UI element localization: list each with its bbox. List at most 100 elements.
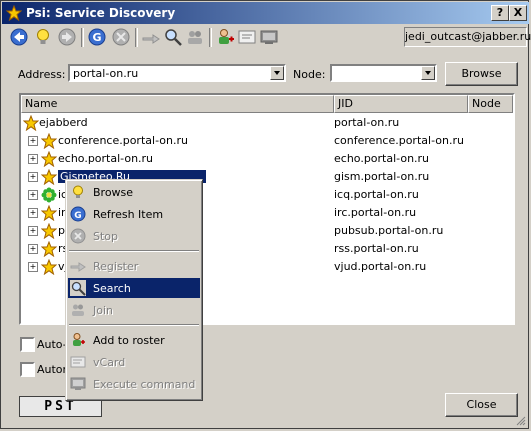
account-jid: jedi_outcast@jabber.ru	[404, 27, 531, 47]
star-icon	[41, 151, 57, 167]
star-icon	[41, 241, 57, 257]
expand-icon[interactable]: +	[28, 244, 38, 254]
toolbar-separator	[81, 28, 84, 47]
tree-item-jid: irc.portal-on.ru	[334, 206, 417, 219]
tree-item-jid: gism.portal-on.ru	[334, 170, 430, 183]
star-icon	[41, 205, 57, 221]
menu-item-search[interactable]: Search	[68, 278, 200, 298]
menu-item-label: Add to roster	[93, 334, 165, 347]
add-roster-icon[interactable]	[215, 27, 235, 47]
menu-item-vcard[interactable]: vCard	[68, 352, 200, 372]
toolbar-separator	[209, 28, 212, 47]
svg-text:G: G	[92, 31, 101, 44]
vcard-icon[interactable]	[237, 27, 257, 47]
stop-icon[interactable]	[111, 27, 131, 47]
menu-separator	[69, 250, 199, 252]
tree-item-name: ejabberd	[39, 116, 88, 129]
tree-item-jid: conference.portal-on.ru	[334, 134, 464, 147]
lightbulb-icon[interactable]	[33, 27, 53, 47]
address-combo[interactable]: portal-on.ru	[68, 64, 286, 82]
forward-icon[interactable]	[57, 27, 77, 47]
tree-item-name: conference.portal-on.ru	[58, 134, 188, 147]
menu-item-label: Join	[93, 304, 114, 317]
tree-item-jid: rss.portal-on.ru	[334, 242, 419, 255]
menu-item-label: Stop	[93, 230, 119, 243]
tree-item-jid: portal-on.ru	[334, 116, 400, 129]
column-header-node[interactable]: Node	[468, 95, 513, 113]
auto-item-checkbox[interactable]	[20, 362, 35, 377]
close-window-button[interactable]: X	[509, 5, 527, 21]
window-title: Psi: Service Discovery	[26, 6, 176, 20]
expand-icon[interactable]: +	[28, 154, 38, 164]
tree-row[interactable]: + conference.portal-on.ru conference.por…	[21, 132, 513, 150]
expand-icon[interactable]: +	[28, 226, 38, 236]
menu-item-label: vCard	[93, 356, 126, 369]
menu-item-label: Register	[93, 260, 139, 273]
menu-item-label: Execute command	[93, 378, 196, 391]
service-discovery-window: Psi: Service Discovery ? X G jedi_outcas…	[0, 0, 531, 429]
tree-item-jid: pubsub.portal-on.ru	[334, 224, 444, 237]
node-label: Node:	[293, 68, 326, 81]
chevron-down-icon[interactable]	[270, 66, 284, 80]
execute-icon[interactable]	[259, 27, 279, 47]
browse-button[interactable]: Browse	[445, 62, 518, 86]
lightbulb-icon	[73, 185, 83, 198]
menu-item-register[interactable]: Register	[68, 256, 200, 276]
menu-item-refresh[interactable]: G Refresh Item	[68, 204, 200, 224]
tree-item-name: echo.portal-on.ru	[58, 152, 154, 165]
column-header-name[interactable]: Name	[21, 95, 334, 113]
tree-row-root[interactable]: ejabberd portal-on.ru	[21, 114, 513, 132]
toolbar-separator	[135, 28, 138, 47]
refresh-icon: G	[70, 206, 86, 222]
star-icon	[41, 259, 57, 275]
expand-icon[interactable]: +	[28, 208, 38, 218]
close-button[interactable]: Close	[445, 393, 518, 417]
tree-item-jid: icq.portal-on.ru	[334, 188, 419, 201]
register-icon[interactable]	[141, 27, 161, 47]
expand-icon[interactable]: +	[28, 136, 38, 146]
tree-item-jid: vjud.portal-on.ru	[334, 260, 427, 273]
join-icon	[72, 304, 84, 316]
context-menu: Browse G Refresh Item Stop Register Sear…	[65, 179, 203, 401]
search-icon[interactable]	[163, 27, 183, 47]
svg-text:G: G	[74, 211, 81, 221]
menu-separator	[69, 324, 199, 326]
menu-item-label: Refresh Item	[93, 208, 164, 221]
help-button[interactable]: ?	[491, 5, 509, 21]
stop-icon	[70, 228, 86, 244]
chevron-down-icon[interactable]	[421, 66, 435, 80]
refresh-icon[interactable]: G	[87, 27, 107, 47]
address-value[interactable]: portal-on.ru	[73, 67, 138, 80]
node-combo[interactable]	[330, 64, 437, 82]
star-icon	[41, 133, 57, 149]
execute-icon	[70, 377, 86, 390]
search-icon	[70, 280, 86, 296]
star-icon	[23, 115, 39, 131]
menu-item-stop[interactable]: Stop	[68, 226, 200, 246]
star-icon	[41, 169, 57, 185]
star-icon	[41, 223, 57, 239]
auto-browse-checkbox[interactable]	[20, 337, 35, 352]
add-roster-icon	[73, 333, 85, 346]
menu-item-label: Browse	[93, 186, 134, 199]
menu-item-execute-command[interactable]: Execute command	[68, 374, 200, 394]
expand-icon[interactable]: +	[28, 172, 38, 182]
tree-item-jid: echo.portal-on.ru	[334, 152, 430, 165]
back-icon[interactable]	[9, 27, 29, 47]
menu-item-join[interactable]: Join	[68, 300, 200, 320]
menu-item-label: Search	[93, 282, 131, 295]
register-icon	[70, 262, 86, 272]
join-icon[interactable]	[185, 27, 205, 47]
column-header-jid[interactable]: JID	[334, 95, 468, 113]
expand-icon[interactable]: +	[28, 262, 38, 272]
psi-star-icon	[6, 5, 22, 21]
address-label: Address:	[18, 68, 66, 81]
expand-icon[interactable]: +	[28, 190, 38, 200]
title-bar: Psi: Service Discovery ? X	[2, 2, 529, 24]
icq-flower-icon	[41, 187, 57, 203]
resize-grip-icon[interactable]	[516, 416, 526, 426]
vcard-icon	[70, 356, 86, 368]
menu-item-add-to-roster[interactable]: Add to roster	[68, 330, 200, 350]
menu-item-browse[interactable]: Browse	[68, 182, 200, 202]
tree-row[interactable]: + echo.portal-on.ru echo.portal-on.ru	[21, 150, 513, 168]
